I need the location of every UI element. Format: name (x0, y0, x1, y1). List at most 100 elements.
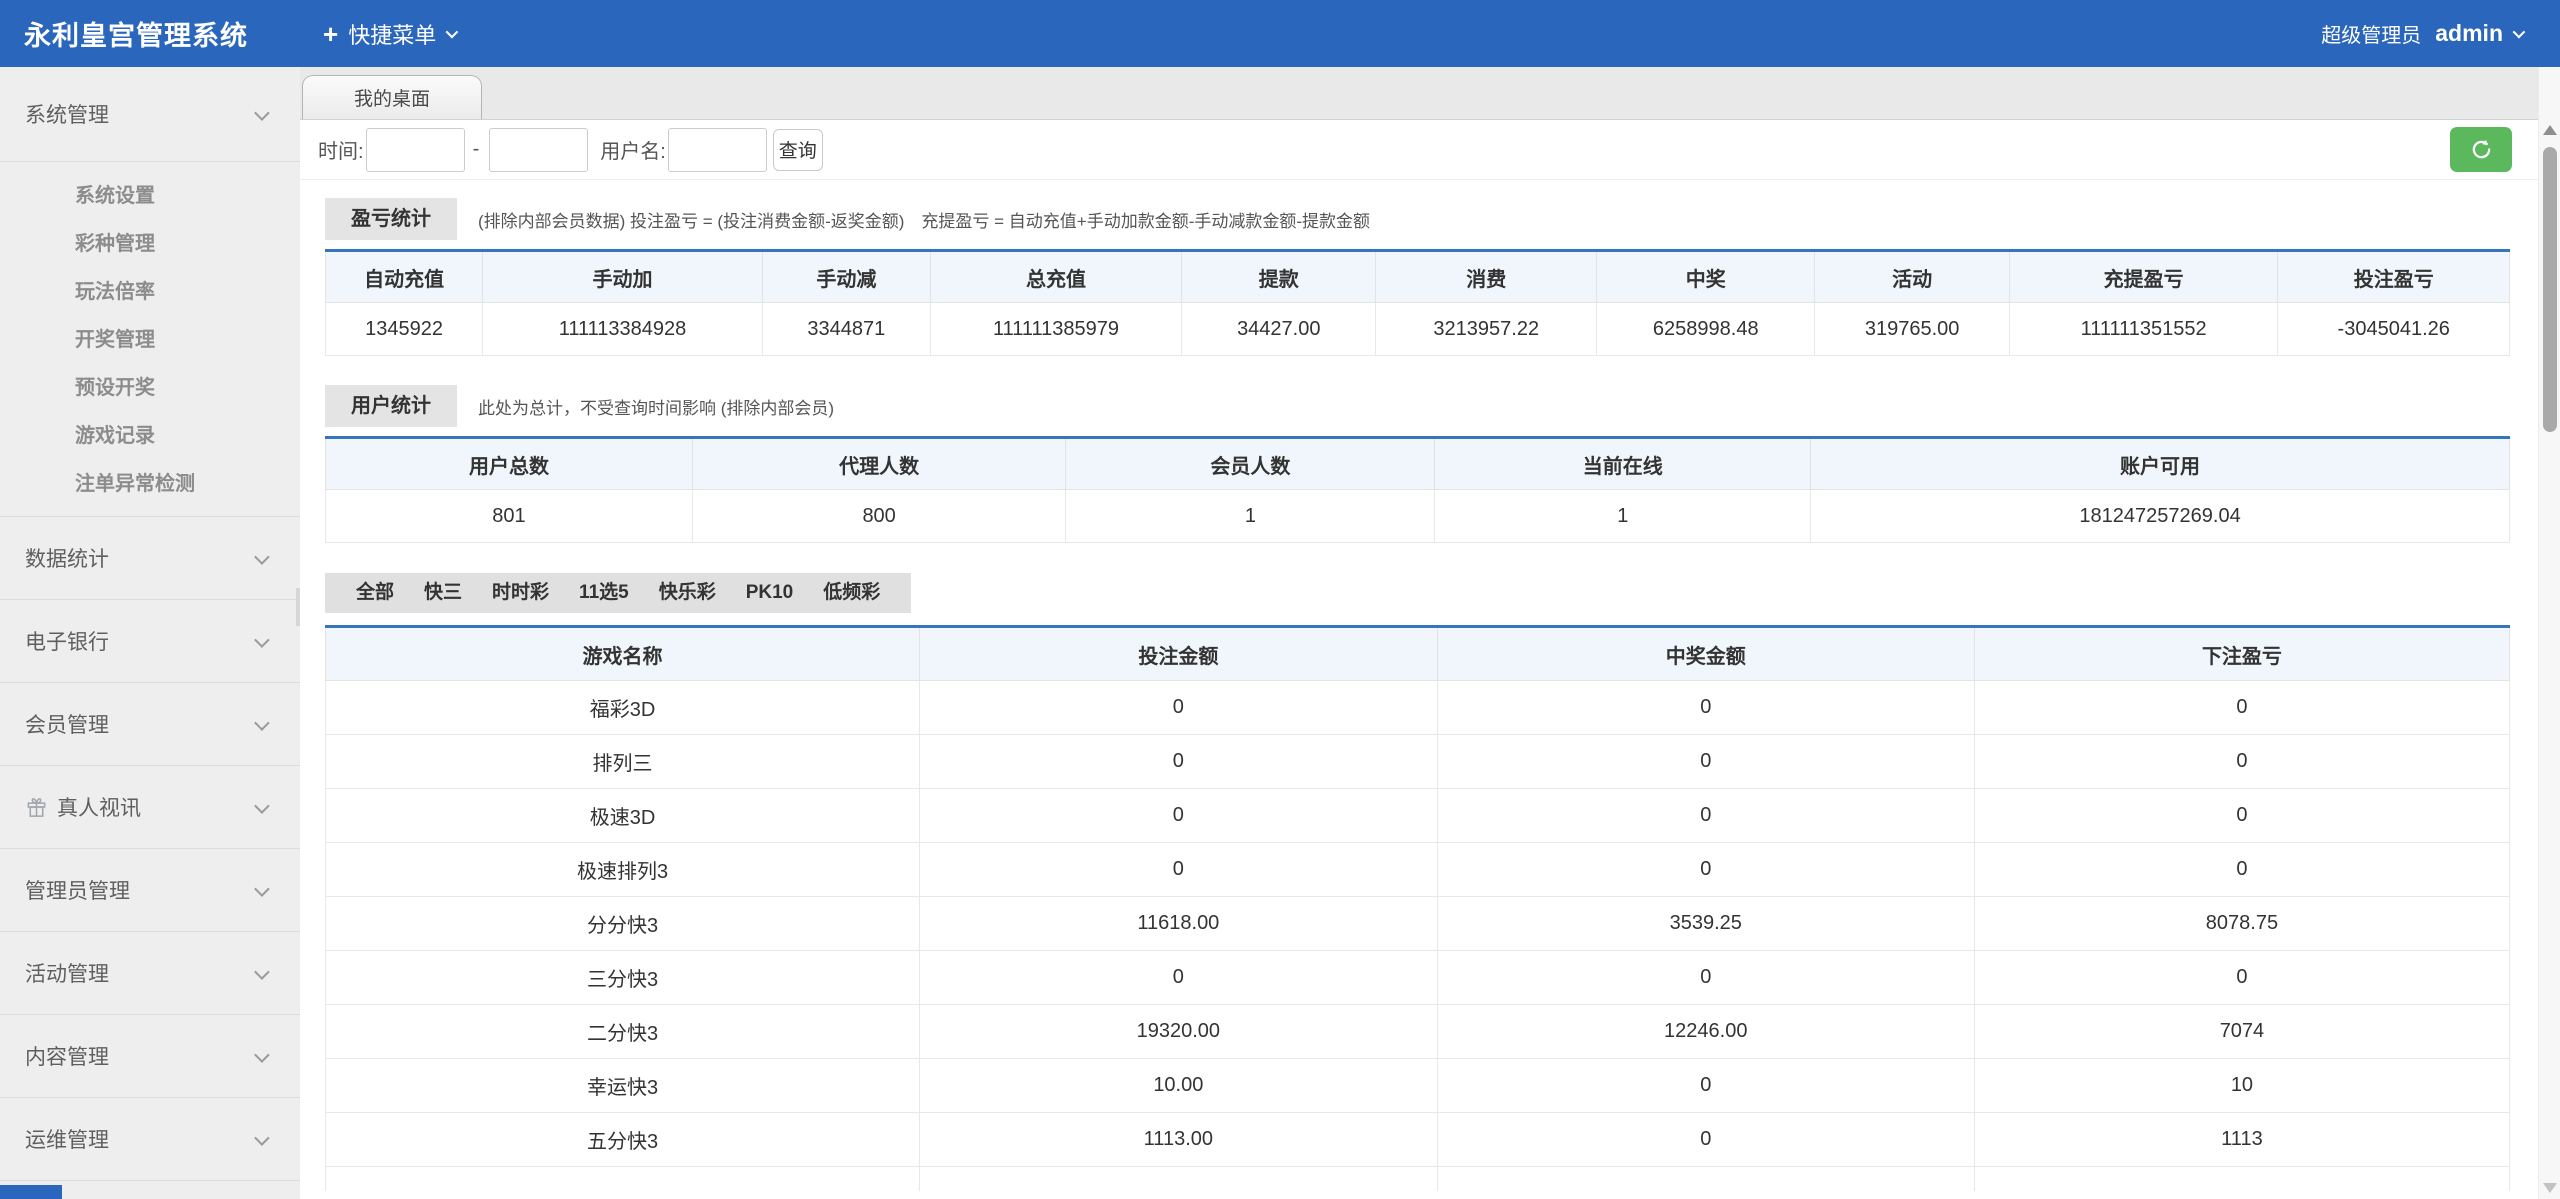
scrollbar-thumb[interactable] (2543, 147, 2557, 432)
col-header: 手动加 (483, 251, 763, 303)
cell-activity: 319765.00 (1815, 303, 2009, 356)
sidebar-item-label: 运维管理 (25, 1124, 109, 1154)
cell-bet-amount: 10.00 (920, 1059, 1438, 1113)
cell-deposit-withdraw-pl: 111111351552 (2009, 303, 2278, 356)
sidebar-item-ops-management[interactable]: 运维管理 (0, 1098, 300, 1181)
sidebar-item-label: 系统管理 (25, 99, 109, 129)
tab-my-desktop[interactable]: 我的桌面 (302, 75, 482, 119)
cell-winnings: 6258998.48 (1597, 303, 1815, 356)
cell-consumption: 3213957.22 (1376, 303, 1597, 356)
sidebar-subitem-lottery-management[interactable]: 彩种管理 (0, 220, 300, 268)
topbar-user-area: 超级管理员 admin (2321, 19, 2522, 48)
vertical-scrollbar[interactable] (2538, 67, 2560, 1199)
game-tab-shishicai[interactable]: 时时彩 (477, 573, 564, 613)
gift-icon (25, 796, 48, 819)
cell-win-amount: 0 (1437, 735, 1974, 789)
plus-icon: + (323, 21, 338, 47)
game-tab-lowfreq[interactable]: 低频彩 (808, 573, 895, 613)
col-header-bet-amount: 投注金额 (920, 627, 1438, 681)
sidebar-subitem-draw-management[interactable]: 开奖管理 (0, 316, 300, 364)
sidebar-item-admin-management[interactable]: 管理员管理 (0, 849, 300, 932)
sidebar-item-label: 数据统计 (25, 543, 109, 573)
cell-bet-pl: 0 (1974, 789, 2509, 843)
sidebar-item-live-video[interactable]: 真人视讯 (0, 766, 300, 849)
sidebar-subitem-preset-draw[interactable]: 预设开奖 (0, 364, 300, 412)
chevron-down-icon (254, 105, 270, 121)
refresh-button[interactable] (2450, 127, 2512, 172)
sidebar-item-label: 真人视讯 (57, 792, 141, 822)
tab-label: 我的桌面 (354, 84, 430, 111)
time-range-dash: - (473, 138, 480, 161)
cell-win-amount: 12246.00 (1437, 1005, 1974, 1059)
col-header-win-amount: 中奖金额 (1437, 627, 1974, 681)
username-input[interactable] (668, 128, 767, 172)
user-stats-header: 用户统计 此处为总计，不受查询时间影响 (排除内部会员) (325, 385, 2510, 427)
col-header: 消费 (1376, 251, 1597, 303)
sidebar-subitem-play-odds[interactable]: 玩法倍率 (0, 268, 300, 316)
scroll-down-arrow-icon[interactable] (2543, 1183, 2557, 1193)
sidebar-item-content-management[interactable]: 内容管理 (0, 1015, 300, 1098)
user-stats-table: 用户总数 代理人数 会员人数 当前在线 账户可用 801 800 1 1 181… (325, 436, 2510, 543)
time-start-input[interactable] (366, 128, 465, 172)
col-header: 账户可用 (1811, 438, 2510, 490)
sidebar-item-activity-management[interactable]: 活动管理 (0, 932, 300, 1015)
user-role-label: 超级管理员 (2321, 19, 2421, 48)
user-menu-button[interactable]: admin (2435, 20, 2522, 47)
cell-win-amount: 0 (1437, 789, 1974, 843)
cell-bet-pl: 1113 (1974, 1113, 2509, 1167)
sidebar-item-label: 活动管理 (25, 958, 109, 988)
scroll-up-arrow-icon[interactable] (2543, 125, 2557, 135)
cell-win-amount: 3539.25 (1437, 897, 1974, 951)
user-stats-title: 用户统计 (325, 385, 457, 427)
cell-game-name: 五分快3 (326, 1113, 920, 1167)
col-header: 用户总数 (326, 438, 693, 490)
col-header: 充提盈亏 (2009, 251, 2278, 303)
time-end-input[interactable] (489, 128, 588, 172)
cell-bet-amount: 11618.00 (920, 897, 1438, 951)
game-tab-kuailecai[interactable]: 快乐彩 (644, 573, 731, 613)
cell-account-available: 181247257269.04 (1811, 490, 2510, 543)
cell-auto-deposit: 1345922 (326, 303, 483, 356)
game-tab-11xuan5[interactable]: 11选5 (564, 573, 644, 613)
username-label: admin (2435, 20, 2503, 47)
sidebar-item-label: 会员管理 (25, 709, 109, 739)
search-toolbar: 时间: - 用户名: 查询 (300, 120, 2538, 180)
user-stats-subtitle: 此处为总计，不受查询时间影响 (排除内部会员) (478, 394, 834, 419)
topbar: 永利皇宫管理系统 + 快捷菜单 超级管理员 admin (0, 0, 2560, 67)
table-row: 1345922 111113384928 3344871 11111138597… (326, 303, 2510, 356)
table-row: 福彩3D 0 0 0 (326, 681, 2510, 735)
cell-bet-pl: 0 (1974, 843, 2509, 897)
sidebar-submenu-system: 系统设置 彩种管理 玩法倍率 开奖管理 预设开奖 游戏记录 注单异常检测 (0, 162, 300, 516)
sidebar-item-e-banking[interactable]: 电子银行 (0, 600, 300, 683)
username-field-label: 用户名: (600, 135, 666, 164)
col-header: 提款 (1182, 251, 1376, 303)
game-tab-kuaisan[interactable]: 快三 (409, 573, 477, 613)
chevron-down-icon (446, 26, 459, 39)
game-tab-pk10[interactable]: PK10 (731, 573, 809, 613)
cell-game-name: 二分快3 (326, 1005, 920, 1059)
sidebar-bottom-strip (0, 1185, 62, 1199)
cell-total-deposit: 111111385979 (930, 303, 1181, 356)
game-tab-all[interactable]: 全部 (341, 573, 409, 613)
quick-menu-button[interactable]: + 快捷菜单 (323, 18, 455, 50)
chevron-down-icon (254, 1130, 270, 1146)
sidebar-item-label: 内容管理 (25, 1041, 109, 1071)
table-row: 幸运快3 10.00 0 10 (326, 1059, 2510, 1113)
col-header: 手动减 (762, 251, 930, 303)
sidebar-subitem-system-settings[interactable]: 系统设置 (0, 172, 300, 220)
sidebar-subitem-game-records[interactable]: 游戏记录 (0, 412, 300, 460)
col-header: 总充值 (930, 251, 1181, 303)
main-content: 我的桌面 时间: - 用户名: 查询 盈亏统计 (300, 67, 2538, 1199)
sidebar-item-member-management[interactable]: 会员管理 (0, 683, 300, 766)
sidebar-item-system-management[interactable]: 系统管理 (0, 67, 300, 162)
chevron-down-icon (2513, 26, 2526, 39)
query-button[interactable]: 查询 (773, 129, 823, 171)
sidebar-subitem-bet-anomaly-detection[interactable]: 注单异常检测 (0, 460, 300, 508)
cell-game-name: 分分快3 (326, 897, 920, 951)
sidebar-item-data-statistics[interactable]: 数据统计 (0, 517, 300, 600)
col-header-bet-pl: 下注盈亏 (1974, 627, 2509, 681)
sidebar-item-label: 管理员管理 (25, 875, 130, 905)
table-row: 二分快3 19320.00 12246.00 7074 (326, 1005, 2510, 1059)
sidebar: 系统管理 系统设置 彩种管理 玩法倍率 开奖管理 预设开奖 游戏记录 注单异常检… (0, 67, 300, 1199)
cell-game-name: 排列三 (326, 735, 920, 789)
